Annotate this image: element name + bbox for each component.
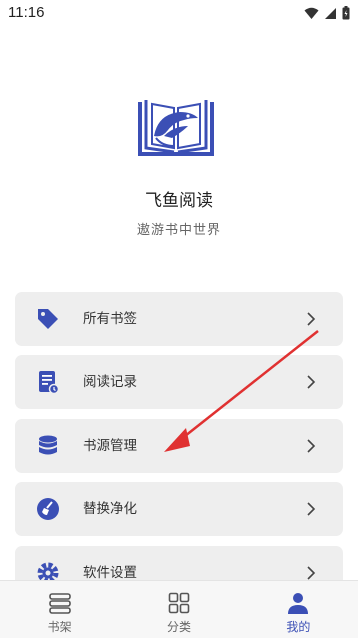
chevron-right-icon xyxy=(307,312,316,326)
nav-item-bookshelf[interactable]: 书架 xyxy=(0,581,119,638)
database-icon xyxy=(35,433,61,459)
chevron-right-icon xyxy=(307,566,316,580)
menu-item-label: 软件设置 xyxy=(83,565,137,580)
bookshelf-icon xyxy=(47,590,73,616)
chevron-right-icon xyxy=(307,375,316,389)
battery-icon xyxy=(342,6,350,20)
app-name: 飞鱼阅读 xyxy=(145,191,213,211)
app-logo xyxy=(134,96,218,160)
nav-item-label: 我的 xyxy=(286,620,311,634)
menu-item-settings[interactable]: 软件设置 xyxy=(15,546,343,580)
nav-item-label: 分类 xyxy=(166,620,191,634)
menu-item-label: 替换净化 xyxy=(83,501,137,517)
chevron-right-icon xyxy=(307,439,316,453)
cellular-signal-icon xyxy=(325,7,336,19)
menu-item-label: 书源管理 xyxy=(83,438,137,454)
app-slogan: 遨游书中世界 xyxy=(136,223,221,238)
menu-item-label: 所有书签 xyxy=(83,311,137,327)
chevron-right-icon xyxy=(307,502,316,516)
menu-item-bookmarks[interactable]: 所有书签 xyxy=(15,292,343,346)
nav-item-label: 书架 xyxy=(47,620,72,634)
menu-list: 所有书签 阅读记录 书源管理 替换净化 软件设置 xyxy=(15,292,343,580)
bookmark-tag-icon xyxy=(35,306,61,332)
settings-gear-icon xyxy=(35,560,61,580)
fish-book-logo-icon xyxy=(138,100,214,156)
person-icon xyxy=(285,590,311,616)
wifi-icon xyxy=(304,7,319,19)
menu-item-replace-clean[interactable]: 替换净化 xyxy=(15,482,343,536)
bottom-nav: 书架 分类 我的 xyxy=(0,580,358,638)
nav-item-mine[interactable]: 我的 xyxy=(239,581,358,638)
menu-item-book-sources[interactable]: 书源管理 xyxy=(15,419,343,473)
status-icons xyxy=(304,6,350,20)
menu-item-reading-history[interactable]: 阅读记录 xyxy=(15,355,343,409)
menu-item-label: 阅读记录 xyxy=(83,374,137,390)
status-time: 11:16 xyxy=(8,4,45,21)
nav-item-category[interactable]: 分类 xyxy=(119,581,238,638)
brush-clean-icon xyxy=(35,496,61,522)
grid-category-icon xyxy=(166,590,192,616)
reading-history-icon xyxy=(35,369,61,395)
status-bar: 11:16 xyxy=(0,0,358,28)
